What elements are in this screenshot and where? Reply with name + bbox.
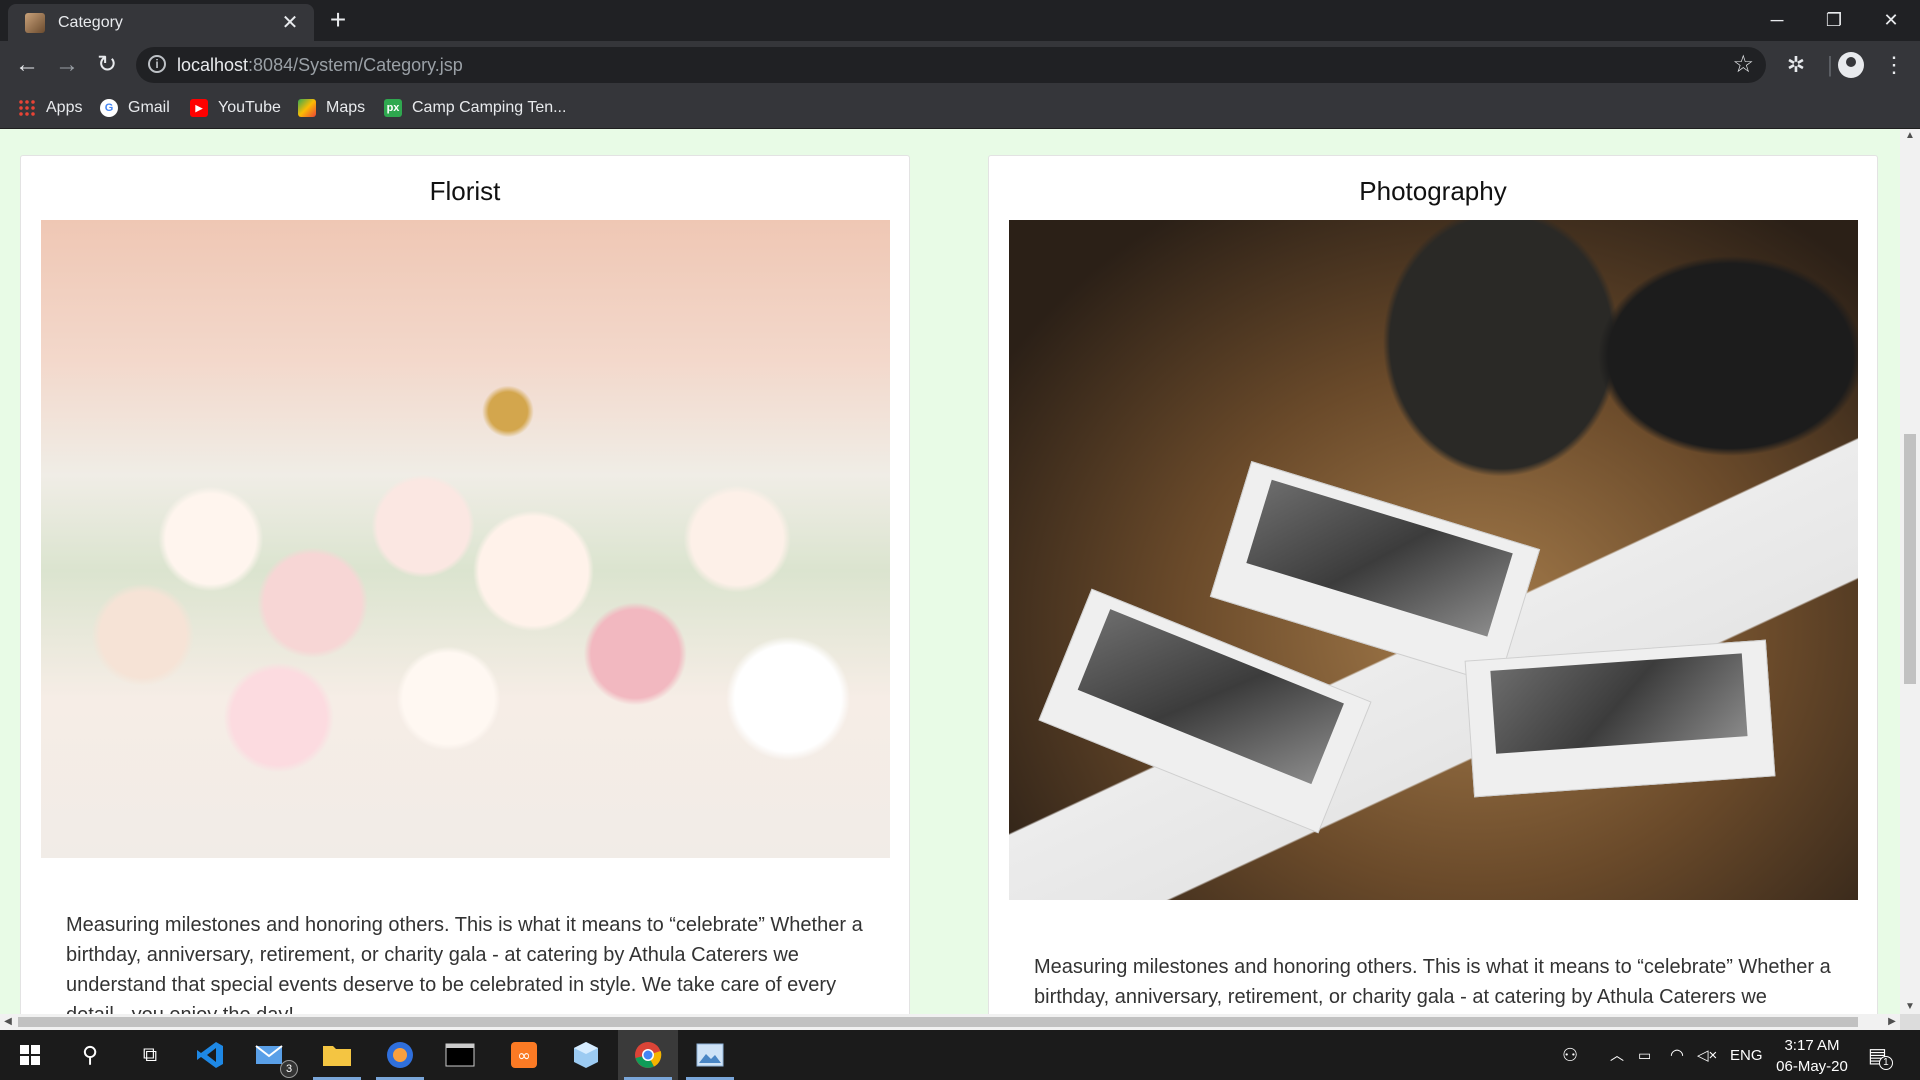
svg-text:∞: ∞	[517, 1046, 530, 1065]
photo-viewer-icon[interactable]	[680, 1030, 740, 1080]
taskbar-clock[interactable]: 3:17 AM 06-May-20	[1766, 1035, 1858, 1077]
mail-badge: 3	[280, 1060, 298, 1078]
tab-favicon	[25, 12, 45, 33]
xampp-icon[interactable]: ∞	[494, 1030, 554, 1080]
minimize-button[interactable]: ─	[1748, 0, 1806, 41]
mail-icon[interactable]: 3	[240, 1030, 300, 1080]
wifi-icon[interactable]: ◠	[1670, 1030, 1684, 1080]
photography-image	[1009, 220, 1858, 900]
card-title: Florist	[429, 176, 501, 206]
chrome-icon[interactable]	[618, 1030, 678, 1080]
horizontal-scroll-thumb[interactable]	[18, 1017, 1858, 1027]
bookmark-star-icon[interactable]: ☆	[1732, 50, 1754, 79]
browser-toolbar: ← → ↻ i localhost:8084/System/Category.j…	[0, 41, 1920, 88]
youtube-icon: ▶	[190, 99, 208, 117]
battery-icon[interactable]: ▭	[1638, 1030, 1651, 1080]
category-card-florist[interactable]: Florist Measuring milestones and honorin…	[20, 155, 910, 1014]
vertical-scroll-thumb[interactable]	[1904, 434, 1916, 684]
bookmarks-bar: Apps G Gmail ▶ YouTube Maps px Camp Camp…	[0, 88, 1920, 129]
notification-center-icon[interactable]: ▤ 1	[1868, 1030, 1901, 1080]
card-description: Measuring milestones and honoring others…	[66, 914, 863, 1014]
florist-image	[41, 220, 890, 858]
card-title: Photography	[1359, 176, 1507, 206]
search-icon[interactable]: ⚲	[60, 1030, 120, 1080]
scroll-left-arrow-icon[interactable]: ◀	[0, 1014, 16, 1030]
firefox-icon[interactable]	[370, 1030, 430, 1080]
url-text[interactable]: localhost:8084/System/Category.jsp	[177, 55, 463, 76]
windows-start-icon[interactable]	[0, 1030, 60, 1080]
taskbar: ⚲ ⧉ 3 ∞ ⚇ ︿ ▭ ◠ ◁× ENG 3:17 AM 06-May-20…	[0, 1030, 1920, 1080]
menu-dots-icon[interactable]: ⋮	[1880, 51, 1908, 79]
address-bar[interactable]: i localhost:8084/System/Category.jsp ☆	[136, 47, 1766, 83]
bookmark-label: Camp Camping Ten...	[412, 99, 567, 116]
category-card-photography[interactable]: Photography Measuring milestones and hon…	[988, 155, 1878, 1014]
maps-icon	[298, 99, 316, 117]
task-view-icon[interactable]: ⧉	[120, 1030, 180, 1080]
terminal-icon[interactable]	[430, 1030, 490, 1080]
site-info-icon[interactable]: i	[148, 55, 166, 73]
show-hidden-icons-chevron-icon[interactable]: ︿	[1610, 1030, 1624, 1080]
polaroid-photo	[1464, 639, 1776, 798]
people-icon[interactable]: ⚇	[1562, 1030, 1578, 1080]
polaroid-photo	[1209, 460, 1541, 686]
px-icon: px	[384, 99, 402, 117]
notification-count: 1	[1878, 1056, 1893, 1070]
bookmark-label: Gmail	[128, 99, 170, 116]
tab-category[interactable]: Category ✕	[8, 4, 314, 41]
scrollbar-corner	[1900, 1014, 1920, 1030]
clock-date: 06-May-20	[1776, 1058, 1848, 1075]
vertical-scrollbar[interactable]: ▲ ▼	[1900, 129, 1920, 1014]
reload-button[interactable]: ↻	[90, 48, 124, 82]
horizontal-scrollbar[interactable]: ◀ ▶	[0, 1014, 1900, 1030]
clock-time: 3:17 AM	[1784, 1037, 1840, 1054]
volume-muted-icon[interactable]: ◁×	[1697, 1030, 1717, 1080]
tab-title: Category	[58, 13, 123, 31]
forward-button[interactable]: →	[50, 48, 84, 82]
file-explorer-icon[interactable]	[307, 1030, 367, 1080]
profile-avatar-icon[interactable]	[1838, 52, 1864, 78]
scroll-down-arrow-icon[interactable]: ▼	[1900, 1000, 1920, 1014]
extension-icon[interactable]: ✲	[1782, 51, 1810, 79]
back-button[interactable]: ←	[10, 48, 44, 82]
tab-strip: Category ✕ + ─ ❐ ✕	[0, 0, 1920, 41]
bookmark-label: YouTube	[218, 99, 281, 116]
bookmark-apps[interactable]: Apps	[18, 96, 82, 120]
restore-button[interactable]: ❐	[1805, 0, 1863, 41]
bookmark-label: Apps	[46, 99, 83, 116]
bookmark-gmail[interactable]: G Gmail	[100, 96, 170, 120]
bookmark-maps[interactable]: Maps	[298, 96, 365, 120]
apps-grid-icon	[18, 99, 36, 117]
vscode-icon[interactable]	[180, 1030, 240, 1080]
scroll-right-arrow-icon[interactable]: ▶	[1884, 1014, 1900, 1030]
language-indicator[interactable]: ENG	[1730, 1030, 1763, 1080]
bookmark-label: Maps	[326, 99, 366, 116]
google-icon: G	[100, 99, 118, 117]
tab-close-icon[interactable]: ✕	[278, 13, 302, 33]
page-viewport: Florist Measuring milestones and honorin…	[0, 129, 1900, 1014]
new-tab-button[interactable]: +	[324, 6, 352, 34]
bookmark-camp-camping[interactable]: px Camp Camping Ten...	[384, 96, 566, 120]
close-window-button[interactable]: ✕	[1862, 0, 1920, 41]
card-description: Measuring milestones and honoring others…	[1034, 956, 1831, 1008]
scroll-up-arrow-icon[interactable]: ▲	[1900, 129, 1920, 143]
bookmark-youtube[interactable]: ▶ YouTube	[190, 96, 281, 120]
virtualbox-icon[interactable]	[556, 1030, 616, 1080]
